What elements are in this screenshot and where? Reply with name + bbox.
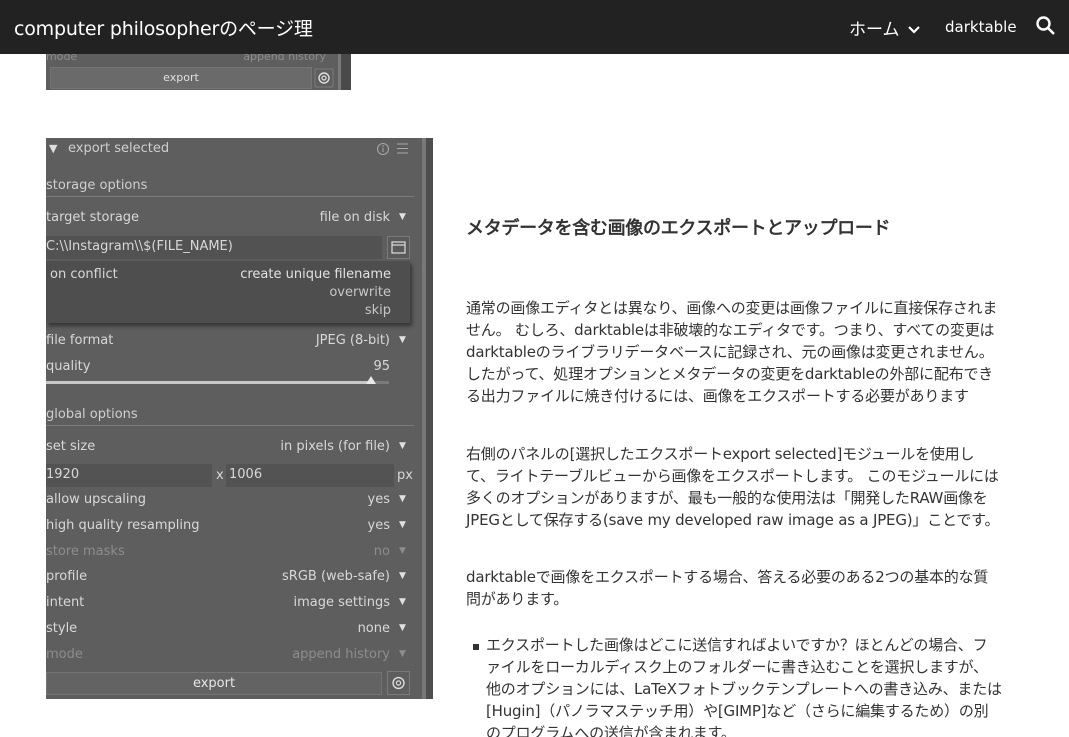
hq-resampling-value: yes <box>367 518 390 533</box>
panel-scroll-edge <box>422 138 433 699</box>
info-icon <box>377 143 389 155</box>
intent-label: intent <box>46 595 85 610</box>
chevron-down-icon <box>908 26 920 34</box>
gear-icon <box>387 671 410 695</box>
collapse-triangle-icon: ▼ <box>49 142 58 155</box>
dropdown-arrow-icon: ▼ <box>399 649 406 659</box>
article-heading: メタデータを含む画像のエクスポートとアップロード <box>466 218 891 239</box>
dropdown-arrow-icon: ▼ <box>399 571 406 581</box>
target-storage-label: target storage <box>46 210 140 225</box>
darktable-export-panel-screenshot: ▼ export selected storage options target… <box>46 138 433 699</box>
target-storage-value: file on disk <box>319 210 390 225</box>
style-label: style <box>46 621 78 636</box>
set-size-value: in pixels (for file) <box>280 439 390 454</box>
nav-home-label: ホーム <box>849 20 900 40</box>
dropdown-arrow-icon: ▼ <box>399 546 406 556</box>
search-icon[interactable] <box>1034 14 1058 38</box>
path-value: C:\\Instagram\\$(FILE_NAME) <box>46 239 233 254</box>
mode-value: append history <box>292 647 390 662</box>
nav-darktable-link[interactable]: darktable <box>945 18 1017 36</box>
allow-upscaling-value: yes <box>367 492 390 507</box>
conflict-option-unique: create unique filename <box>240 267 391 282</box>
hq-resampling-label: high quality resampling <box>46 518 200 533</box>
set-size-label: set size <box>46 439 96 454</box>
dropdown-arrow-icon: ▼ <box>399 441 406 451</box>
nav-home-menu[interactable]: ホーム <box>849 15 921 40</box>
dropdown-arrow-icon: ▼ <box>399 597 406 607</box>
quality-slider-fill <box>46 381 371 384</box>
profile-value: sRGB (web-safe) <box>282 569 390 584</box>
article-paragraph-3: darktableで画像をエクスポートする場合、答える必要のある2つの基本的な質… <box>466 568 989 608</box>
hamburger-menu-icon <box>397 143 408 154</box>
profile-label: profile <box>46 569 88 584</box>
dropdown-arrow-icon: ▼ <box>399 212 406 222</box>
allow-upscaling-label: allow upscaling <box>46 492 147 507</box>
storage-options-heading: storage options <box>46 178 148 193</box>
article-paragraph-2: 右側のパネルの[選択したエクスポートexport selected]モジュールを… <box>466 445 1000 529</box>
path-field: C:\\Instagram\\$(FILE_NAME) <box>46 236 382 259</box>
mode-label: mode <box>46 647 83 662</box>
export-button: export <box>50 67 312 89</box>
intent-value: image settings <box>293 595 390 610</box>
store-masks-label: store masks <box>46 544 125 559</box>
height-value: 1006 <box>229 467 263 482</box>
file-format-value: JPEG (8-bit) <box>315 333 390 348</box>
module-header: ▼ export selected <box>46 138 422 160</box>
mode-label: mode <box>46 54 78 63</box>
width-value: 1920 <box>46 467 80 482</box>
dropdown-arrow-icon: ▼ <box>399 335 406 345</box>
site-title[interactable]: computer philosopherのページ理 <box>14 14 313 41</box>
mode-value: append history <box>243 54 326 63</box>
export-button: export <box>46 672 382 695</box>
conflict-option-overwrite: overwrite <box>329 285 391 300</box>
panel-scroll-edge <box>338 54 351 90</box>
section-divider <box>46 196 414 197</box>
darktable-screenshot-partial: mode append history export <box>46 54 351 90</box>
gear-icon <box>314 68 334 88</box>
style-value: none <box>357 621 390 636</box>
store-masks-value: no <box>373 544 390 559</box>
global-options-heading: global options <box>46 407 138 422</box>
quality-label: quality <box>46 359 91 374</box>
dropdown-arrow-icon: ▼ <box>399 494 406 504</box>
section-divider <box>46 425 414 426</box>
top-navbar: computer philosopherのページ理 ホーム darktable <box>0 0 1069 54</box>
px-unit-label: px <box>397 468 413 483</box>
folder-icon <box>387 236 410 259</box>
mode-row-ghost: mode append history <box>46 54 336 63</box>
conflict-option-skip: skip <box>364 303 391 318</box>
height-field: 1006 <box>226 464 394 487</box>
article-paragraph-1: 通常の画像エディタとは異なり、画像への変更は画像ファイルに直接保存されません。 … <box>466 299 998 405</box>
on-conflict-label: on conflict <box>50 267 118 282</box>
x-separator: x <box>216 468 224 483</box>
file-format-label: file format <box>46 333 114 348</box>
article-bullet-list: エクスポートした画像はどこに送信すればよいですか？ほとんどの場合、ファイルをロー… <box>466 634 1002 737</box>
module-title: export selected <box>68 141 170 156</box>
on-conflict-dropdown-popup: on conflict create unique filename overw… <box>46 261 410 323</box>
dropdown-arrow-icon: ▼ <box>399 520 406 530</box>
quality-value: 95 <box>373 359 390 374</box>
quality-slider-knob <box>366 376 376 384</box>
list-item: エクスポートした画像はどこに送信すればよいですか？ほとんどの場合、ファイルをロー… <box>466 634 1002 737</box>
dropdown-arrow-icon: ▼ <box>399 623 406 633</box>
width-field: 1920 <box>46 464 212 487</box>
